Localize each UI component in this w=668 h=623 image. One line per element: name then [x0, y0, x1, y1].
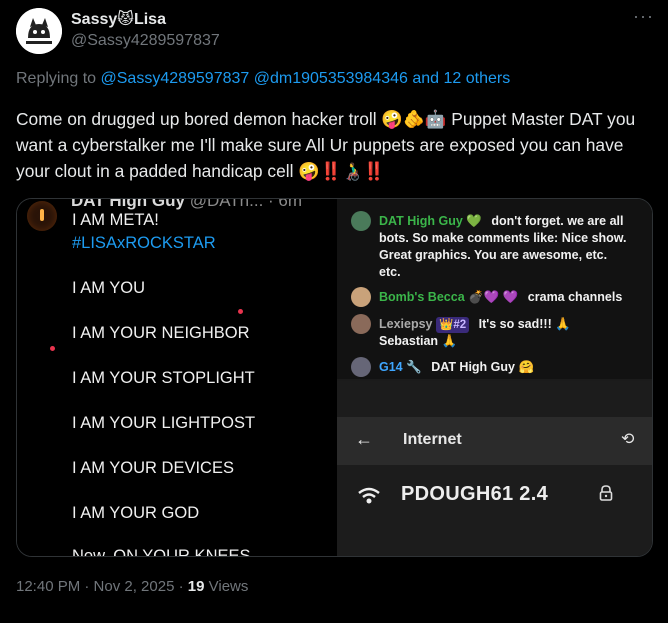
chat-text: It's so sad!!! 🙏 — [478, 317, 571, 331]
avatar[interactable] — [16, 8, 62, 54]
replying-to: Replying to @Sassy4289597837 @dm19053539… — [16, 70, 510, 88]
chat-message-line: Sebastian 🙏 — [379, 334, 458, 348]
embedded-name: DAT High Guy — [71, 199, 185, 210]
media-grid[interactable]: DAT High Guy @DATh... · 6m I AM META! #L… — [16, 198, 653, 557]
embedded-line: I AM YOU — [72, 279, 146, 297]
embedded-time: · 6m — [268, 199, 303, 210]
chat-username: DAT High Guy — [379, 214, 463, 228]
embedded-handle: @DATh... — [189, 199, 264, 210]
network-title: Internet — [403, 431, 462, 448]
refresh-icon: ⟲ — [621, 431, 635, 448]
chat-message: Bomb's Becca 💣💜 💜 crama channels — [379, 289, 622, 305]
chat-message: DAT High Guy 💚 don't forget. we are all — [379, 213, 624, 229]
more-options-icon[interactable]: ··· — [633, 6, 654, 27]
embedded-line: Now, ON YOUR KNEES — [72, 547, 251, 556]
reply-others-link[interactable]: 12 others — [444, 70, 511, 87]
embedded-header: DAT High Guy @DATh... · 6m — [71, 199, 302, 211]
tweet-meta: 12:40 PM · Nov 2, 2025 · 19 Views — [16, 578, 248, 595]
display-name[interactable]: Sassy😾Lisa — [71, 9, 166, 29]
back-arrow-icon: ← — [355, 429, 373, 449]
embedded-line: I AM YOUR STOPLIGHT — [72, 369, 255, 387]
chat-message: Lexiepsy 👑#2 It's so sad!!! 🙏 — [379, 316, 571, 333]
embedded-line: I AM META! — [72, 211, 159, 229]
chat-avatar — [351, 287, 371, 307]
lock-icon — [599, 485, 613, 501]
chat-panel: DAT High Guy 💚 don't forget. we are all … — [337, 199, 652, 379]
user-handle[interactable]: @Sassy4289597837 — [71, 32, 220, 50]
tweet-timestamp[interactable]: 12:40 PM · Nov 2, 2025 · — [16, 578, 184, 595]
red-dot — [238, 309, 243, 314]
chat-text: don't forget. we are all — [491, 214, 624, 228]
replying-to-label: Replying to — [16, 70, 97, 87]
network-toolbar: ← Internet ⟲ — [337, 417, 652, 465]
media-image-left[interactable]: DAT High Guy @DATh... · 6m I AM META! #L… — [17, 199, 335, 556]
tweet-text: Come on drugged up bored demon hacker tr… — [16, 109, 636, 181]
chat-user-badge: 🔧 — [406, 360, 422, 374]
embedded-line: I AM YOUR GOD — [72, 504, 200, 522]
network-panel: ← Internet ⟲ PDOUGH61 2.4 — [337, 381, 652, 556]
reply-mention-1[interactable]: @Sassy4289597837 — [101, 70, 250, 87]
chat-message: G14 🔧 DAT High Guy 🤗 — [379, 359, 534, 375]
media-image-right[interactable]: DAT High Guy 💚 don't forget. we are all … — [337, 199, 652, 556]
chat-username: Bomb's Becca — [379, 290, 465, 304]
chat-username: Lexiepsy — [379, 317, 433, 331]
chat-avatar — [351, 211, 371, 231]
chat-message-line: Great graphics. You are awesome, etc. — [379, 248, 608, 262]
embedded-avatar — [27, 201, 57, 231]
chat-message-line: etc. — [379, 265, 401, 279]
embedded-line: I AM YOUR DEVICES — [72, 459, 234, 477]
reply-mention-2[interactable]: @dm1905353984346 — [254, 70, 408, 87]
chat-user-badge: 💚 — [466, 214, 482, 228]
network-ssid: PDOUGH61 2.4 — [401, 483, 548, 505]
chat-avatar — [351, 357, 371, 377]
embedded-line: I AM YOUR LIGHTPOST — [72, 414, 256, 432]
chat-user-badge: 👑#2 — [436, 317, 470, 333]
red-dot — [50, 346, 55, 351]
chat-username: G14 — [379, 360, 403, 374]
views-label: Views — [208, 578, 249, 595]
views-count: 19 — [187, 578, 205, 595]
embedded-line: I AM YOUR NEIGHBOR — [72, 324, 250, 342]
chat-user-badge: 💣💜 💜 — [468, 290, 519, 304]
chat-message-line: bots. So make comments like: Nice show. — [379, 231, 627, 245]
reply-and-label[interactable]: and — [412, 70, 439, 87]
chat-text: crama channels — [527, 290, 623, 304]
wifi-icon — [358, 487, 380, 504]
embedded-hashtag: #LISAxROCKSTAR — [72, 234, 216, 252]
chat-avatar — [351, 314, 371, 334]
chat-text: DAT High Guy 🤗 — [431, 360, 535, 374]
